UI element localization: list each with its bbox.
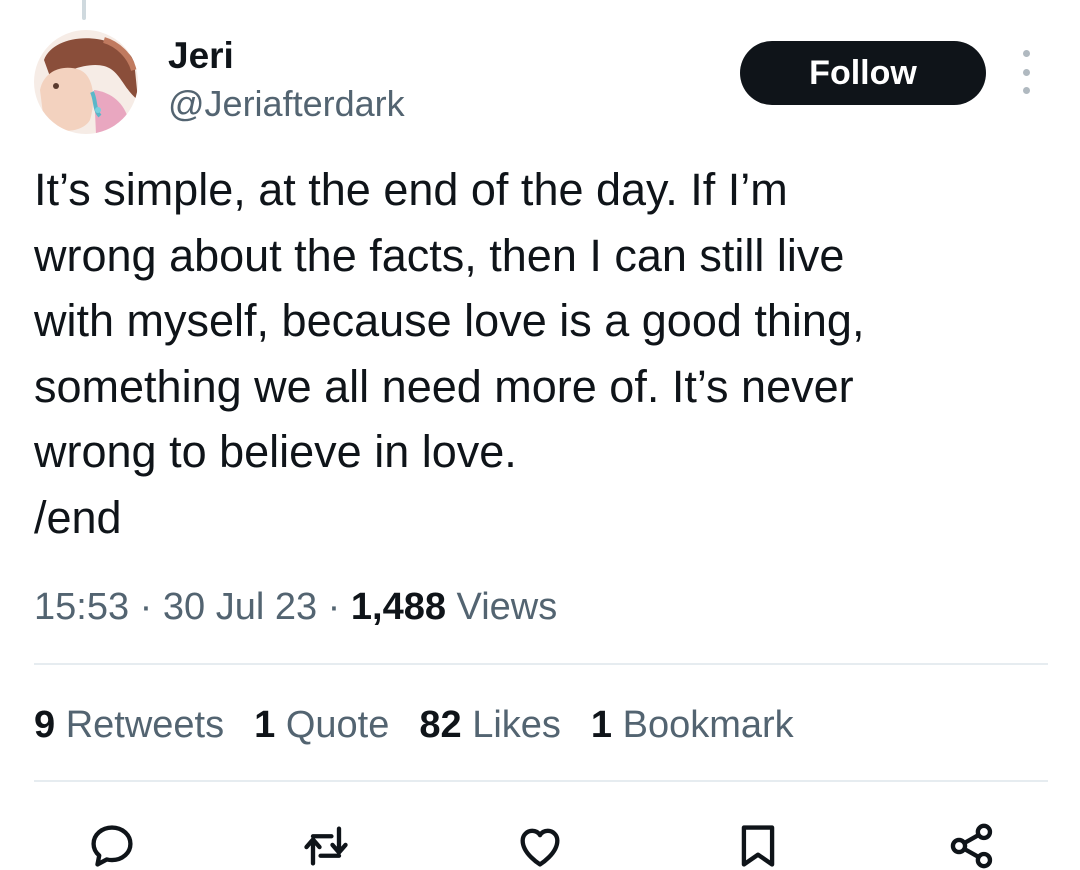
like-button[interactable]: [512, 818, 568, 870]
meta-separator: ·: [327, 586, 341, 628]
follow-button[interactable]: Follow: [740, 41, 986, 105]
like-icon: [520, 828, 560, 867]
bookmarks-label: Bookmark: [622, 704, 794, 746]
dot: [1022, 87, 1030, 94]
likes-count: 82: [419, 704, 462, 746]
more-options-icon[interactable]: [1006, 50, 1046, 94]
tweet-date[interactable]: 30 Jul 23: [163, 586, 317, 628]
dot: [1022, 50, 1030, 57]
tweet-time[interactable]: 15:53: [34, 586, 129, 628]
retweets-count: 9: [34, 704, 56, 746]
dot: [1022, 68, 1030, 76]
engagement-stats: 9 Retweets 1 Quote 82 Likes 1 Bookmark: [34, 699, 794, 751]
retweets-stat[interactable]: 9 Retweets: [34, 699, 224, 751]
share-icon: [950, 823, 993, 869]
reply-button[interactable]: [84, 818, 140, 870]
divider: [34, 780, 1048, 782]
bookmarks-stat[interactable]: 1 Bookmark: [591, 699, 794, 751]
quotes-stat[interactable]: 1 Quote: [254, 699, 389, 751]
divider: [34, 663, 1048, 665]
author-display-name[interactable]: Jeri: [168, 34, 234, 78]
likes-label: Likes: [472, 704, 561, 746]
avatar-illustration: [34, 30, 138, 134]
share-button[interactable]: [944, 818, 1000, 870]
bookmarks-count: 1: [590, 704, 613, 746]
views-label: Views: [456, 586, 558, 628]
meta-separator: ·: [139, 586, 153, 628]
views-count: 1,488: [350, 586, 446, 628]
tweet-meta: 15:53 · 30 Jul 23 · 1,488 Views: [34, 582, 557, 632]
author-handle[interactable]: @Jeriafterdark: [168, 82, 405, 126]
tweet-detail: Jeri @Jeriafterdark Follow It’s simple, …: [0, 0, 1080, 870]
retweet-icon: [304, 826, 348, 866]
quotes-label: Quote: [285, 704, 390, 746]
avatar[interactable]: [34, 30, 138, 134]
reply-icon: [91, 825, 133, 867]
quotes-count: 1: [254, 704, 276, 746]
tweet-text: It’s simple, at the end of the day. If I…: [34, 164, 865, 543]
retweets-label: Retweets: [65, 704, 225, 746]
bookmark-icon: [741, 825, 775, 867]
bookmark-button[interactable]: [730, 818, 786, 870]
retweet-button[interactable]: [298, 818, 354, 870]
likes-stat[interactable]: 82 Likes: [419, 699, 561, 751]
thread-connector-line: [82, 0, 86, 20]
